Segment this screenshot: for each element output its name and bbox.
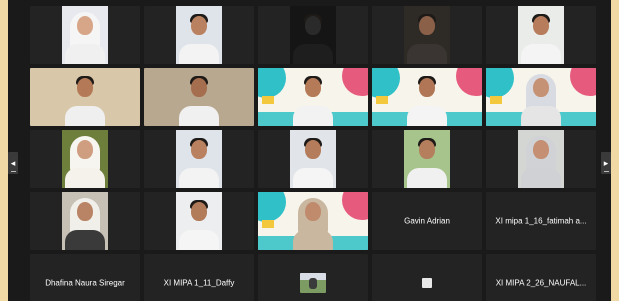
body-shape <box>293 106 333 126</box>
body-shape <box>521 106 561 126</box>
body-shape <box>293 168 333 188</box>
face-shape <box>77 78 93 97</box>
poster-shape <box>490 96 502 104</box>
participant-name: XI mipa 1_16_fatimah a... <box>495 216 587 226</box>
poster-shape <box>262 220 274 228</box>
participant-video <box>258 192 368 250</box>
picture-shape <box>309 278 317 289</box>
participant-video <box>258 68 368 126</box>
participant-name: Dhafina Naura Siregar <box>45 278 125 288</box>
participant-tile[interactable]: XI mipa 1_16_fatimah a... <box>486 192 596 250</box>
participant-video <box>176 6 222 64</box>
participant-grid: Gavin Adrian XI mipa 1_16_fatimah a... Dha… <box>30 6 596 301</box>
participant-tile[interactable] <box>144 130 254 188</box>
participant-video <box>404 130 450 188</box>
participant-video <box>62 130 108 188</box>
participant-tile[interactable]: Dhafina Naura Siregar <box>30 254 140 301</box>
participant-tile[interactable] <box>30 6 140 64</box>
body-shape <box>179 230 219 250</box>
poster-shape <box>262 96 274 104</box>
body-shape <box>179 44 219 64</box>
poster-shape <box>376 96 388 104</box>
face-shape <box>419 16 435 35</box>
face-shape <box>419 78 435 97</box>
participant-video <box>290 130 336 188</box>
next-page-button[interactable]: ▸ <box>601 152 611 174</box>
participant-tile[interactable] <box>258 254 368 301</box>
participant-video <box>290 6 336 64</box>
participant-video <box>176 130 222 188</box>
participant-video <box>404 6 450 64</box>
body-shape <box>179 168 219 188</box>
body-shape <box>407 106 447 126</box>
camera-off-icon <box>422 278 432 288</box>
face-shape <box>191 202 207 221</box>
participant-tile[interactable] <box>144 6 254 64</box>
participant-tile[interactable]: XI MIPA 1_11_Daffy <box>144 254 254 301</box>
body-shape <box>521 168 561 188</box>
participant-video <box>486 68 596 126</box>
participant-tile[interactable]: Gavin Adrian <box>372 192 482 250</box>
participant-video <box>176 192 222 250</box>
previous-page-button[interactable]: ◂ <box>8 152 18 174</box>
chevron-right-icon: ▸ <box>603 157 609 168</box>
face-shape <box>419 140 435 159</box>
participant-video <box>144 68 254 126</box>
participant-tile[interactable] <box>372 6 482 64</box>
face-shape <box>77 202 93 221</box>
participant-tile[interactable] <box>144 68 254 126</box>
participant-tile[interactable] <box>30 68 140 126</box>
participant-video <box>30 68 140 126</box>
face-shape <box>305 16 321 35</box>
body-shape <box>65 168 105 188</box>
participant-tile[interactable] <box>144 192 254 250</box>
participant-tile[interactable] <box>372 254 482 301</box>
participant-video <box>62 192 108 250</box>
participant-tile[interactable] <box>372 130 482 188</box>
face-shape <box>305 202 321 221</box>
body-shape <box>65 44 105 64</box>
participant-tile[interactable] <box>30 192 140 250</box>
participant-tile[interactable] <box>486 68 596 126</box>
body-shape <box>293 44 333 64</box>
profile-picture <box>300 273 326 293</box>
face-shape <box>191 78 207 97</box>
body-shape <box>407 44 447 64</box>
participant-name: XI MIPA 2_26_NAUFAL... <box>495 278 587 288</box>
chevron-left-icon: ◂ <box>10 157 16 168</box>
participant-tile[interactable]: XI MIPA 2_26_NAUFAL... <box>486 254 596 301</box>
participant-name: XI MIPA 1_11_Daffy <box>163 278 235 288</box>
face-shape <box>191 140 207 159</box>
face-shape <box>305 140 321 159</box>
participant-tile[interactable] <box>30 130 140 188</box>
participant-tile[interactable] <box>258 130 368 188</box>
face-shape <box>533 78 549 97</box>
participant-tile[interactable] <box>372 68 482 126</box>
participant-tile[interactable] <box>258 6 368 64</box>
participant-video <box>62 6 108 64</box>
participant-tile[interactable] <box>258 192 368 250</box>
face-shape <box>191 16 207 35</box>
face-shape <box>77 16 93 35</box>
participant-video <box>518 130 564 188</box>
participant-name: Gavin Adrian <box>404 216 450 226</box>
participant-video <box>372 68 482 126</box>
participant-tile[interactable] <box>258 68 368 126</box>
face-shape <box>305 78 321 97</box>
body-shape <box>293 230 333 250</box>
body-shape <box>65 106 105 126</box>
body-shape <box>179 106 219 126</box>
body-shape <box>65 230 105 250</box>
body-shape <box>407 168 447 188</box>
face-shape <box>533 140 549 159</box>
face-shape <box>533 16 549 35</box>
body-shape <box>521 44 561 64</box>
face-shape <box>77 140 93 159</box>
participant-video <box>518 6 564 64</box>
participant-tile[interactable] <box>486 130 596 188</box>
participant-tile[interactable] <box>486 6 596 64</box>
